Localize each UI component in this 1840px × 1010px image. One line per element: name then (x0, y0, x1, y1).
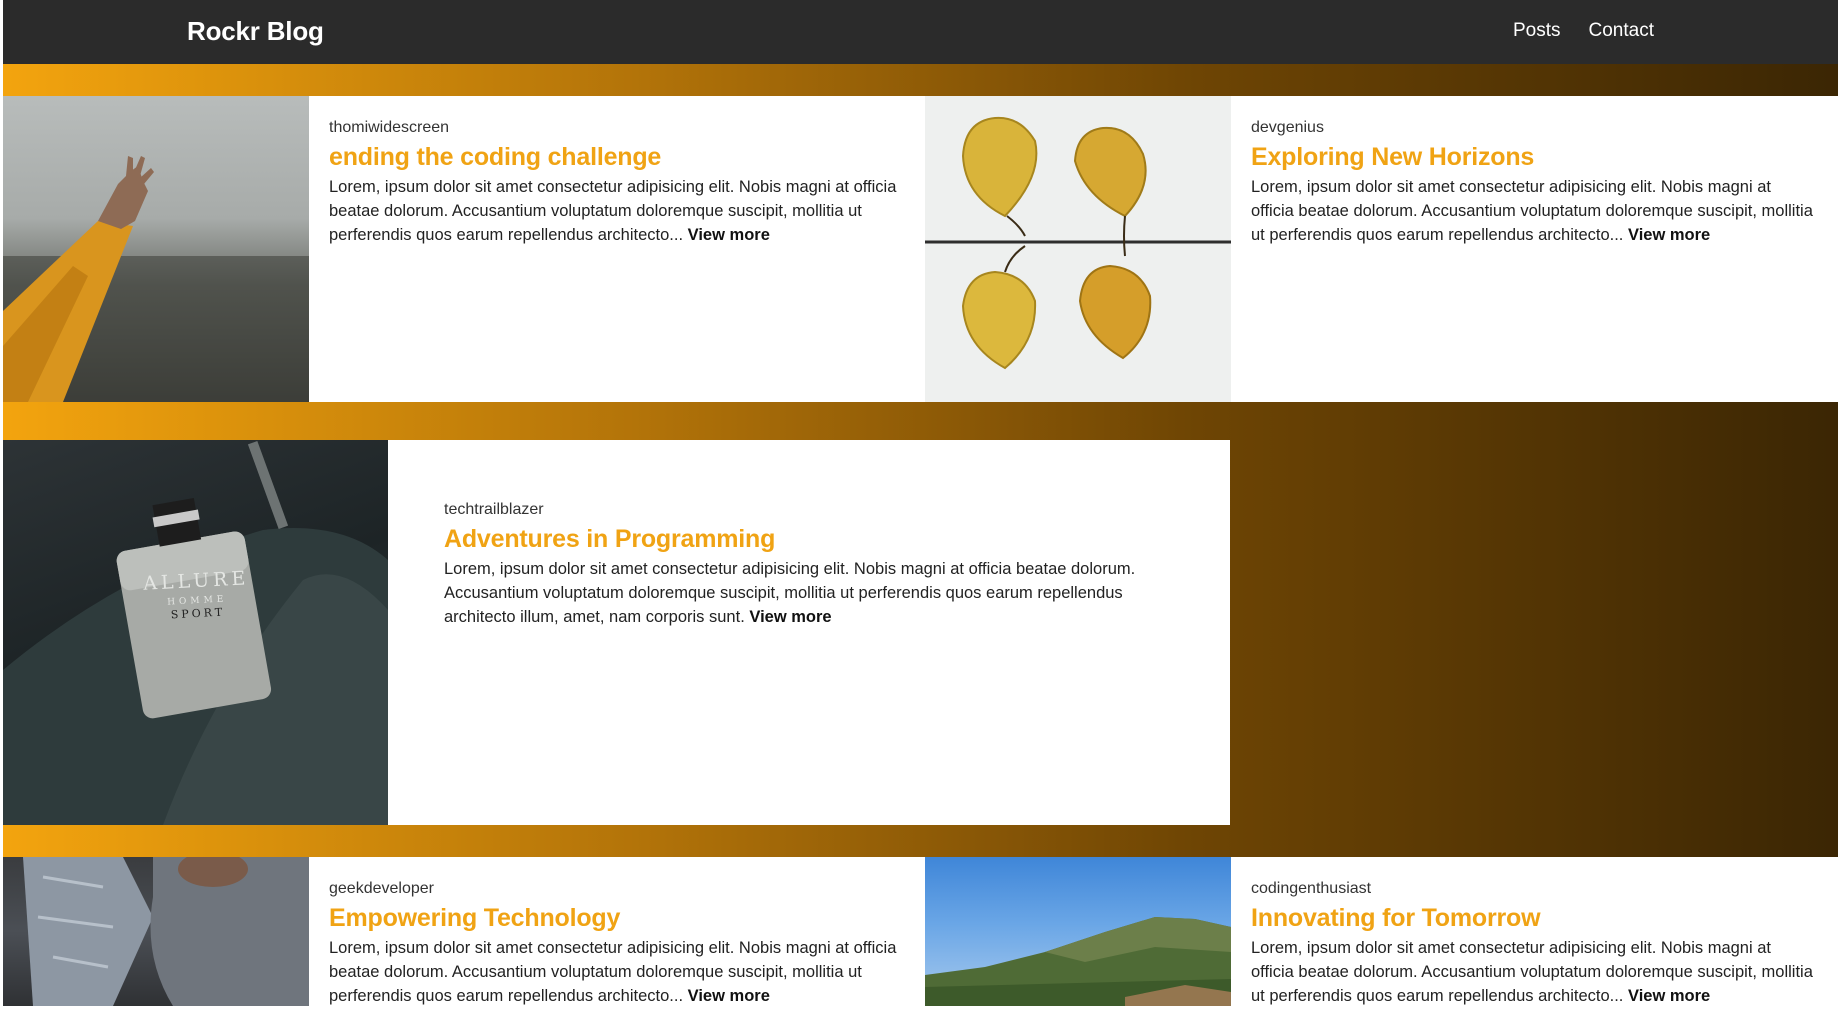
post-title[interactable]: Exploring New Horizons (1251, 142, 1818, 173)
post-excerpt-text: Lorem, ipsum dolor sit amet consectetur … (329, 178, 897, 244)
post-author: techtrailblazer (444, 501, 544, 518)
post-excerpt: Lorem, ipsum dolor sit amet consectetur … (444, 557, 1174, 629)
post-image-hills[interactable] (925, 857, 1231, 1006)
nav-link-contact[interactable]: Contact (1589, 20, 1654, 42)
view-more-link[interactable]: View more (1628, 226, 1710, 244)
post-title[interactable]: Empowering Technology (329, 903, 905, 934)
yellow-leaves-photo (925, 116, 1231, 370)
post-author: thomiwidescreen (329, 119, 450, 136)
post-excerpt: Lorem, ipsum dolor sit amet consectetur … (1251, 175, 1818, 247)
post-author: devgenius (1251, 119, 1324, 136)
post-card-1: thomiwidescreen ending the coding challe… (309, 96, 925, 402)
post-author: codingenthusiast (1251, 880, 1372, 897)
post-card-2: devgenius Exploring New Horizons Lorem, … (1231, 96, 1838, 402)
post-title[interactable]: Innovating for Tomorrow (1251, 903, 1818, 934)
nav-links: Posts Contact (1513, 20, 1654, 42)
post-excerpt-text: Lorem, ipsum dolor sit amet consectetur … (329, 939, 897, 1005)
post-card-3: techtrailblazer Adventures in Programmin… (388, 440, 1230, 825)
post-title[interactable]: ending the coding challenge (329, 142, 905, 173)
navbar: Rockr Blog Posts Contact (3, 0, 1838, 64)
post-title[interactable]: Adventures in Programming (444, 524, 1174, 555)
post-author: geekdeveloper (329, 880, 434, 897)
post-image-bottle[interactable]: ALLURE HOMME SPORT (3, 440, 388, 825)
post-excerpt-text: Lorem, ipsum dolor sit amet consectetur … (1251, 939, 1813, 1005)
brand-logo[interactable]: Rockr Blog (187, 16, 324, 47)
green-hills-photo (925, 917, 1231, 1006)
post-excerpt: Lorem, ipsum dolor sit amet consectetur … (329, 175, 905, 247)
post-card-4: geekdeveloper Empowering Technology Lore… (309, 857, 925, 1006)
nav-link-posts[interactable]: Posts (1513, 20, 1561, 42)
post-image-leaves[interactable] (925, 96, 1231, 402)
post-image-jeans[interactable] (3, 857, 309, 1006)
perfume-bottle-photo (3, 441, 388, 825)
post-card-5: codingenthusiast Innovating for Tomorrow… (1231, 857, 1838, 1006)
bottle-label: ALLURE HOMME SPORT (136, 567, 258, 623)
view-more-link[interactable]: View more (688, 987, 770, 1005)
view-more-link[interactable]: View more (749, 608, 831, 626)
person-jeans-photo (23, 857, 309, 1006)
post-image-arm[interactable] (3, 96, 309, 402)
arm-reaching-photo (3, 156, 309, 402)
post-excerpt-text: Lorem, ipsum dolor sit amet consectetur … (1251, 178, 1813, 244)
post-excerpt: Lorem, ipsum dolor sit amet consectetur … (329, 936, 905, 1006)
view-more-link[interactable]: View more (688, 226, 770, 244)
view-more-link[interactable]: View more (1628, 987, 1710, 1005)
post-excerpt: Lorem, ipsum dolor sit amet consectetur … (1251, 936, 1818, 1006)
page: Rockr Blog Posts Contact thomiwidescreen… (3, 0, 1838, 1006)
